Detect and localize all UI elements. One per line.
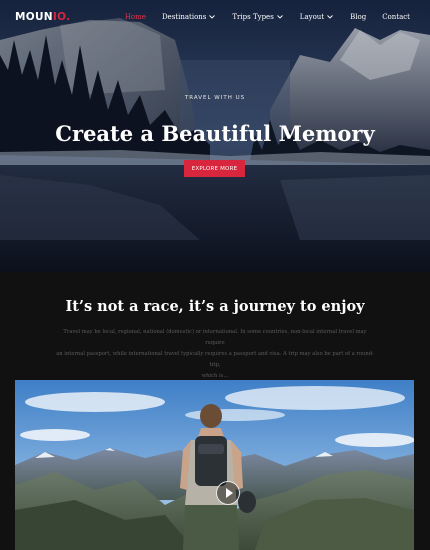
nav-item-label: Destinations: [161, 13, 207, 21]
section-title: It’s not a race, it’s a journey to enjoy: [65, 298, 365, 315]
chevron-down-icon: [327, 15, 333, 19]
site-logo[interactable]: MOUNIO.: [15, 11, 70, 23]
main-navigation: MOUNIO. Home Destinations Trips Types La…: [0, 0, 430, 36]
logo-tail-text: IO.: [52, 11, 71, 23]
hero-title: Create a Beautiful Memory: [55, 121, 375, 146]
logo-main-text: MOUN: [15, 11, 53, 23]
hero-subtitle: TRAVEL WITH US: [184, 95, 246, 101]
description-line: an internal passport, while internationa…: [56, 351, 374, 368]
nav-item-label: Trips Types: [232, 13, 274, 21]
play-video-button[interactable]: [216, 481, 240, 505]
nav-menu: Home Destinations Trips Types Layout Blo…: [125, 13, 410, 21]
explore-more-button[interactable]: EXPLORE MORE: [184, 160, 245, 177]
hero-section: MOUNIO. Home Destinations Trips Types La…: [0, 0, 430, 272]
play-icon: [225, 488, 233, 498]
nav-item-home[interactable]: Home: [125, 13, 146, 21]
video-thumbnail[interactable]: [15, 380, 414, 550]
nav-item-blog[interactable]: Blog: [350, 13, 366, 21]
description-line: Travel may be local, regional, national …: [63, 329, 367, 346]
nav-item-contact[interactable]: Contact: [382, 13, 410, 21]
chevron-down-icon: [276, 15, 283, 19]
nav-item-trips-types[interactable]: Trips Types: [232, 13, 283, 21]
nav-item-label: Contact: [382, 13, 410, 21]
chevron-down-icon: [209, 15, 216, 19]
nav-item-destinations[interactable]: Destinations: [162, 13, 216, 21]
nav-item-layout[interactable]: Layout: [300, 13, 334, 21]
hiker-mountain-image: [15, 380, 414, 550]
nav-item-label: Blog: [350, 13, 367, 21]
section-description: Travel may be local, regional, national …: [55, 327, 375, 382]
nav-item-label: Layout: [299, 13, 325, 21]
nav-item-label: Home: [124, 13, 146, 21]
